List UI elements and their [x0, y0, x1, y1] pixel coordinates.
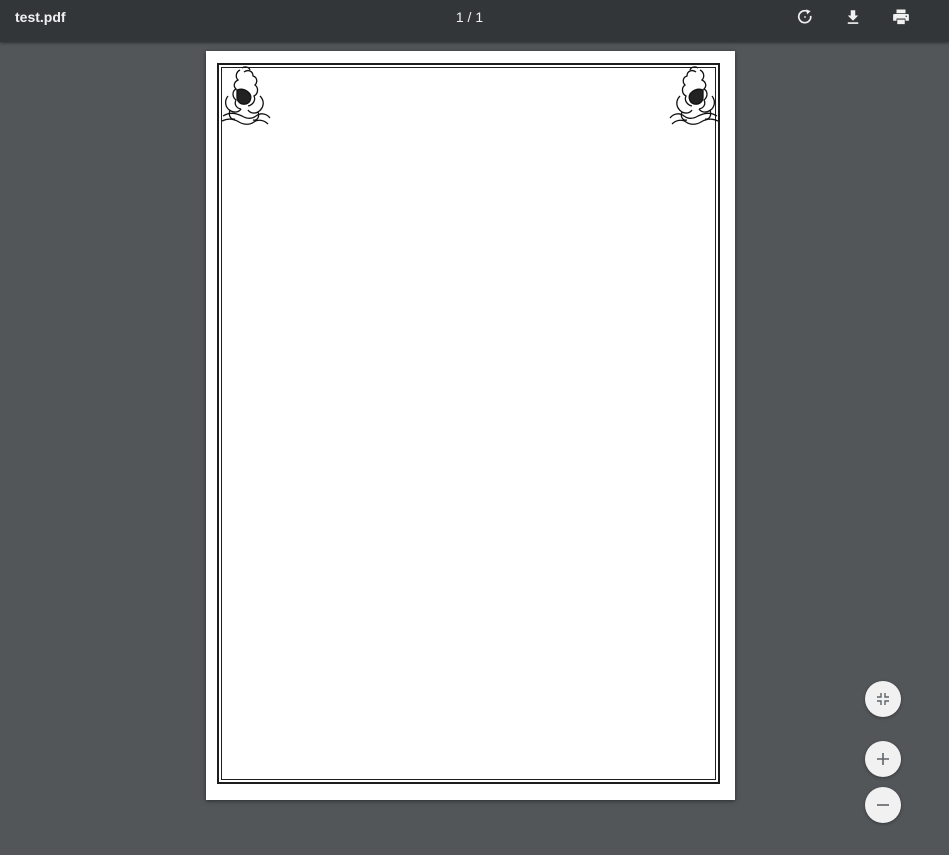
download-icon — [847, 10, 859, 24]
rotate-icon — [797, 9, 812, 24]
print-icon — [893, 9, 909, 25]
heraldic-lion-ornament-right — [669, 66, 719, 125]
page-inner-border — [221, 67, 716, 780]
zoom-in-button[interactable] — [865, 741, 901, 777]
pdf-viewer[interactable] — [0, 42, 949, 855]
fit-page-icon — [877, 693, 889, 705]
plus-icon — [877, 753, 889, 765]
pdf-toolbar: test.pdf 1 / 1 — [0, 0, 949, 42]
zoom-out-button[interactable] — [865, 787, 901, 823]
rotate-button[interactable] — [793, 5, 817, 29]
download-button[interactable] — [841, 5, 865, 29]
print-button[interactable] — [889, 5, 913, 29]
minus-icon — [877, 804, 889, 806]
fit-to-page-button[interactable] — [865, 681, 901, 717]
heraldic-lion-ornament-left — [221, 66, 271, 125]
pdf-page — [206, 51, 735, 800]
page-border — [217, 63, 720, 784]
